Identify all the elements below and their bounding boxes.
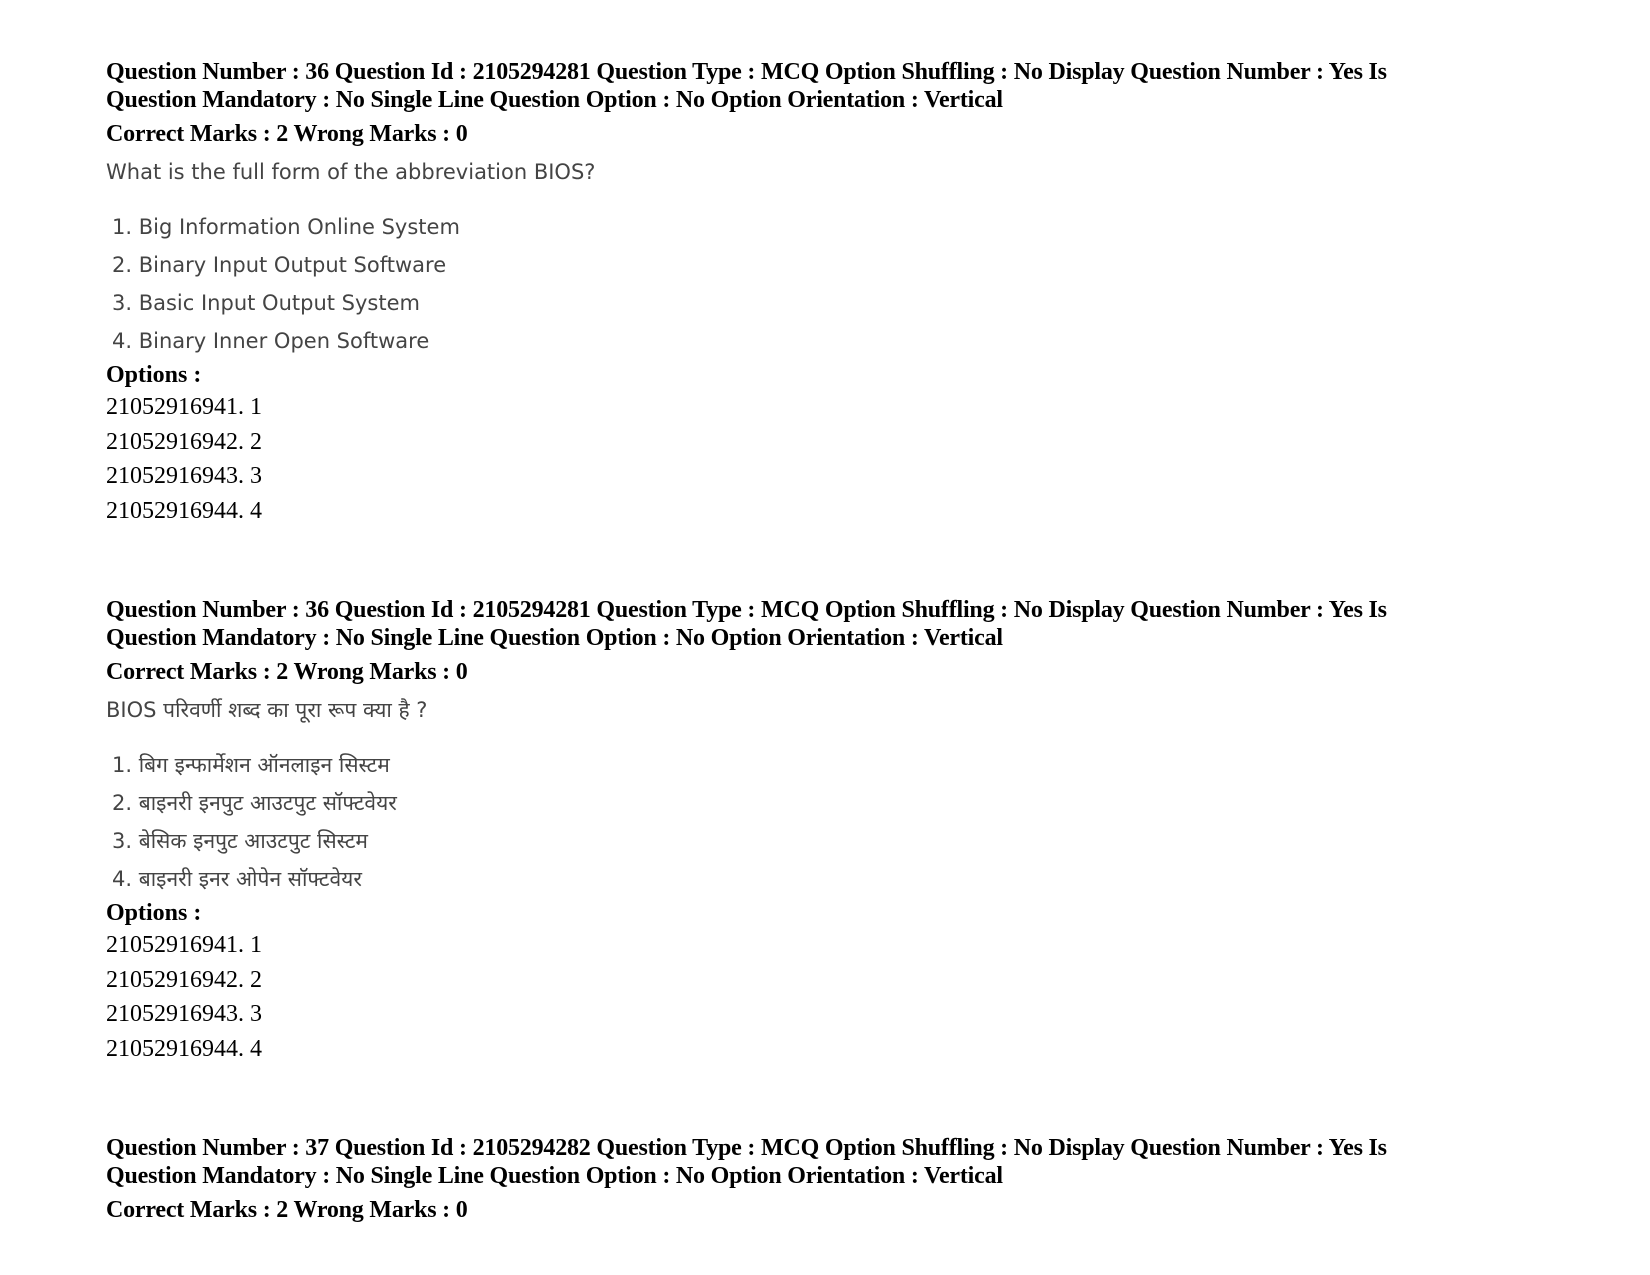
marks-info: Correct Marks : 2 Wrong Marks : 0 [106, 659, 468, 685]
option-id: 21052916943. 3 [106, 463, 262, 489]
question-header-line2: Question Mandatory : No Single Line Ques… [106, 1163, 1003, 1189]
choice-list: 1. बिग इन्फार्मेशन ऑनलाइन सिस्टम 2. बाइन… [106, 746, 1506, 898]
marks-info: Correct Marks : 2 Wrong Marks : 0 [106, 1197, 468, 1223]
choice-item: 2. बाइनरी इनपुट आउटपुट सॉफ्टवेयर [112, 791, 397, 815]
question-block-36-english: Question Number : 36 Question Id : 21052… [106, 58, 1506, 528]
option-id: 21052916942. 2 [106, 428, 262, 455]
option-id: 21052916944. 4 [106, 497, 262, 524]
question-header-line1: Question Number : 37 Question Id : 21052… [106, 1135, 1387, 1161]
option-id: 21052916944. 4 [106, 1035, 262, 1062]
choice-item: 4. Binary Inner Open Software [112, 329, 430, 353]
options-label: Options : [106, 362, 202, 388]
question-text: What is the full form of the abbreviatio… [106, 160, 596, 184]
option-id: 21052916943. 3 [106, 1001, 262, 1027]
option-id: 21052916941. 1 [106, 932, 262, 958]
option-id: 21052916942. 2 [106, 966, 262, 993]
choice-item: 2. Binary Input Output Software [112, 253, 447, 277]
choice-item: 4. बाइनरी इनर ओपेन सॉफ्टवेयर [112, 867, 362, 891]
choice-item: 3. बेसिक इनपुट आउटपुट सिस्टम [112, 829, 368, 853]
question-block-36-hindi: Question Number : 36 Question Id : 21052… [106, 596, 1506, 1066]
question-header-line2: Question Mandatory : No Single Line Ques… [106, 87, 1003, 113]
question-header-line1: Question Number : 36 Question Id : 21052… [106, 59, 1387, 85]
choice-list: 1. Big Information Online System 2. Bina… [106, 208, 1506, 360]
choice-item: 1. Big Information Online System [112, 215, 460, 239]
question-text: BIOS परिवर्णी शब्द का पूरा रूप क्या है ? [106, 698, 428, 722]
marks-info: Correct Marks : 2 Wrong Marks : 0 [106, 121, 468, 147]
question-header-line1: Question Number : 36 Question Id : 21052… [106, 597, 1387, 623]
choice-item: 1. बिग इन्फार्मेशन ऑनलाइन सिस्टम [112, 753, 390, 777]
options-label: Options : [106, 900, 202, 926]
question-header-line2: Question Mandatory : No Single Line Ques… [106, 625, 1003, 651]
choice-item: 3. Basic Input Output System [112, 291, 420, 315]
question-block-37: Question Number : 37 Question Id : 21052… [106, 1134, 1506, 1224]
option-id: 21052916941. 1 [106, 394, 262, 420]
